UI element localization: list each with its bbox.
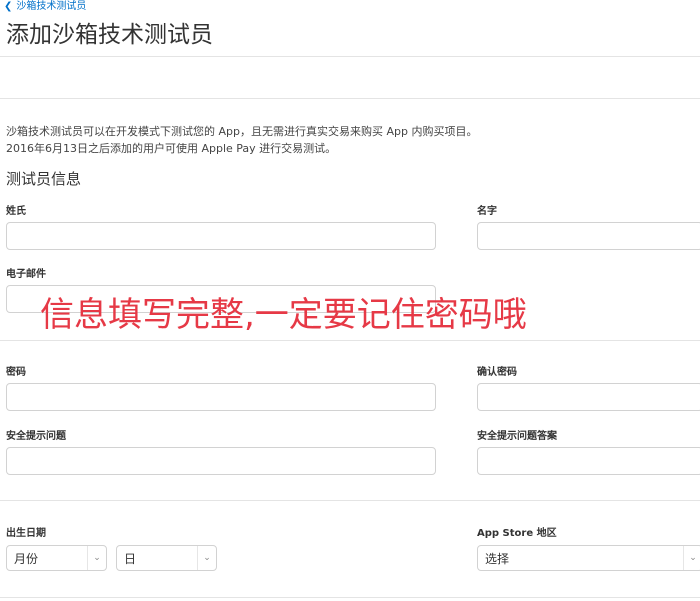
section-title-tester-info: 测试员信息 [6,170,82,188]
email-label: 电子邮件 [6,269,46,280]
security-question-input[interactable] [6,447,436,475]
chevron-down-icon: ⌄ [197,546,216,570]
birth-month-select[interactable]: 月份 ⌄ [6,545,107,571]
security-question-label: 安全提示问题 [6,431,66,442]
last-name-input[interactable] [6,222,436,250]
last-name-label: 姓氏 [6,206,26,217]
region-select[interactable]: 选择 ⌄ [477,545,700,571]
first-name-input[interactable] [477,222,700,250]
intro-line-2: 2016年6月13日之后添加的用户可使用 Apple Pay 进行交易测试。 [6,142,337,155]
security-answer-input[interactable] [477,447,700,475]
back-link-label: 沙箱技术测试员 [16,1,87,12]
chevron-down-icon: ⌄ [683,546,700,570]
divider [0,597,700,598]
birth-date-label: 出生日期 [6,528,46,539]
intro-text: 沙箱技术测试员可以在开发模式下测试您的 App，且无需进行真实交易来购买 App… [6,123,696,157]
divider [0,340,700,341]
divider [0,500,700,501]
security-answer-label: 安全提示问题答案 [477,431,557,442]
region-value: 选择 [485,551,510,566]
password-label: 密码 [6,367,26,378]
birth-day-select[interactable]: 日 ⌄ [116,545,217,571]
confirm-password-label: 确认密码 [477,367,517,378]
birth-day-value: 日 [124,551,137,566]
annotation-overlay-text: 信息填写完整,一定要记住密码哦 [40,295,527,335]
password-input[interactable] [6,383,436,411]
region-label: App Store 地区 [477,528,557,539]
chevron-left-icon: ❮ [4,1,13,12]
first-name-label: 名字 [477,206,497,217]
divider [0,98,700,99]
birth-month-value: 月份 [14,551,39,566]
page-title: 添加沙箱技术测试员 [6,22,213,48]
divider [0,56,700,57]
back-link[interactable]: ❮ 沙箱技术测试员 [4,0,86,14]
confirm-password-input[interactable] [477,383,700,411]
intro-line-1: 沙箱技术测试员可以在开发模式下测试您的 App，且无需进行真实交易来购买 App… [6,125,478,138]
chevron-down-icon: ⌄ [87,546,106,570]
